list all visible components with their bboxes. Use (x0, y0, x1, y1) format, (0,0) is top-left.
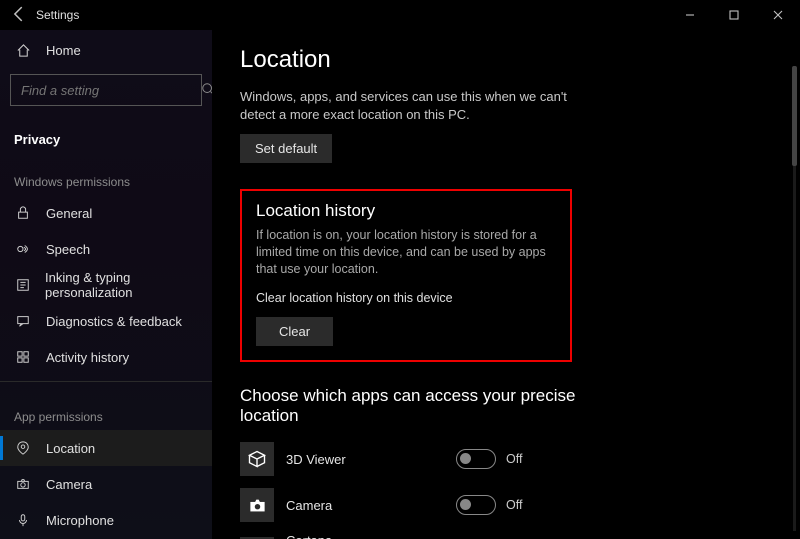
toggle-camera[interactable] (456, 495, 496, 515)
sidebar-item-microphone[interactable]: Microphone (0, 502, 212, 538)
feedback-icon (14, 314, 32, 328)
sidebar-group-app: App permissions (0, 388, 212, 430)
nav-label: Diagnostics & feedback (46, 314, 182, 329)
sidebar-item-inking[interactable]: Inking & typing personalization (0, 267, 212, 303)
speech-icon (14, 242, 32, 256)
intro-text: Windows, apps, and services can use this… (240, 88, 600, 124)
nav-label: Activity history (46, 350, 129, 365)
divider (0, 381, 212, 382)
nav-label: Location (46, 441, 95, 456)
sidebar-section-title: Privacy (0, 116, 212, 153)
camera-icon (14, 477, 32, 491)
clear-button[interactable]: Clear (256, 317, 333, 346)
close-button[interactable] (756, 0, 800, 30)
location-icon (14, 441, 32, 455)
search-icon (201, 82, 212, 99)
nav-label: General (46, 206, 92, 221)
minimize-button[interactable] (668, 0, 712, 30)
title-bar: Settings (0, 0, 800, 30)
content: Location Windows, apps, and services can… (212, 30, 800, 539)
app-row-3d-viewer: 3D Viewer Off (240, 436, 776, 482)
apps-section-title: Choose which apps can access your precis… (240, 386, 580, 426)
sidebar: Home Privacy Windows permissions General… (0, 30, 212, 539)
cube-icon (240, 442, 274, 476)
home-icon (14, 43, 32, 58)
nav-label: Speech (46, 242, 90, 257)
sidebar-item-speech[interactable]: Speech (0, 231, 212, 267)
app-row-cortana: Cortana Location history must be on for … (240, 528, 776, 539)
search-input[interactable] (10, 74, 202, 106)
app-name: Cortana (286, 533, 456, 539)
history-title: Location history (256, 201, 556, 221)
app-name-block: Cortana Location history must be on for … (286, 533, 456, 539)
inking-icon (14, 278, 31, 292)
toggle-3d-viewer[interactable] (456, 449, 496, 469)
camera-app-icon (240, 488, 274, 522)
history-clear-label: Clear location history on this device (256, 290, 556, 307)
nav-label: Inking & typing personalization (45, 270, 212, 300)
lock-icon (14, 206, 32, 220)
sidebar-home-label: Home (46, 43, 81, 58)
sidebar-item-camera[interactable]: Camera (0, 466, 212, 502)
app-name: 3D Viewer (286, 452, 456, 467)
sidebar-group-windows: Windows permissions (0, 153, 212, 195)
back-button[interactable] (8, 3, 30, 28)
location-history-section: Location history If location is on, your… (240, 189, 572, 362)
toggle-state: Off (506, 452, 522, 466)
microphone-icon (14, 513, 32, 527)
toggle-state: Off (506, 498, 522, 512)
maximize-button[interactable] (712, 0, 756, 30)
sidebar-item-location[interactable]: Location (0, 430, 212, 466)
activity-icon (14, 350, 32, 364)
sidebar-item-diagnostics[interactable]: Diagnostics & feedback (0, 303, 212, 339)
search-field[interactable] (19, 82, 201, 99)
history-desc: If location is on, your location history… (256, 227, 556, 278)
app-name: Camera (286, 498, 456, 513)
window-title: Settings (30, 8, 79, 22)
app-row-camera: Camera Off (240, 482, 776, 528)
scrollbar-thumb[interactable] (792, 66, 797, 166)
page-title: Location (240, 46, 776, 74)
sidebar-item-activity[interactable]: Activity history (0, 339, 212, 375)
nav-label: Microphone (46, 513, 114, 528)
sidebar-item-general[interactable]: General (0, 195, 212, 231)
set-default-button[interactable]: Set default (240, 134, 332, 163)
sidebar-home[interactable]: Home (0, 32, 212, 68)
nav-label: Camera (46, 477, 92, 492)
